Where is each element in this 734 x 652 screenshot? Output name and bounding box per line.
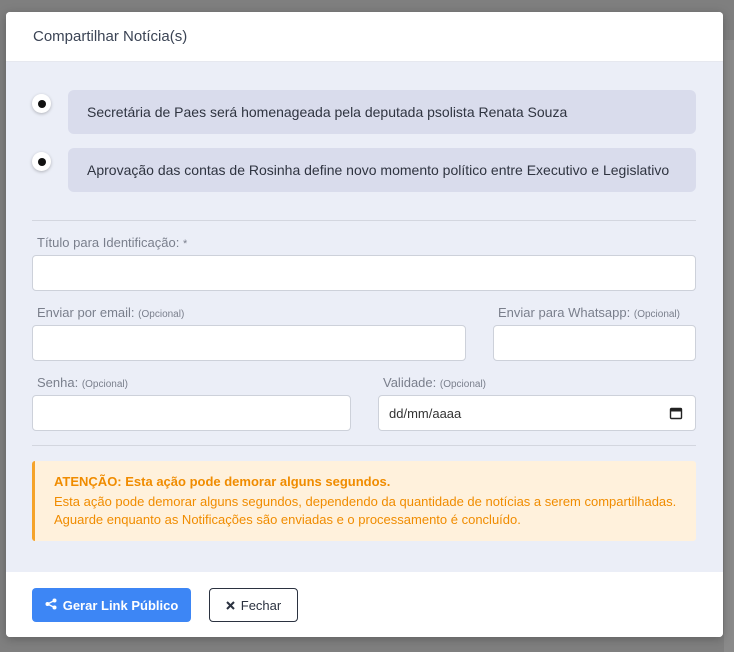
divider: [32, 220, 696, 221]
title-field-label: Título para Identificação: *: [37, 235, 188, 250]
news-title: Aprovação das contas de Rosinha define n…: [68, 148, 696, 192]
alert-text: Esta ação pode demorar alguns segundos, …: [54, 494, 677, 527]
share-icon: [45, 598, 57, 613]
news-list-item: Aprovação das contas de Rosinha define n…: [32, 148, 696, 192]
calendar-icon[interactable]: [669, 406, 683, 420]
close-icon: [226, 598, 235, 613]
whatsapp-field-label: Enviar para Whatsapp: (Opcional): [498, 305, 680, 320]
validity-date-input[interactable]: dd/mm/aaaa: [378, 395, 696, 431]
required-marker: *: [182, 238, 188, 250]
background-overlay: [724, 40, 734, 652]
modal-body: Secretária de Paes será homenageada pela…: [6, 62, 723, 572]
warning-alert: ATENÇÃO: Esta ação pode demorar alguns s…: [32, 461, 696, 541]
password-input[interactable]: [32, 395, 351, 431]
news-title: Secretária de Paes será homenageada pela…: [68, 90, 696, 134]
whatsapp-input[interactable]: [493, 325, 696, 361]
password-field-label: Senha: (Opcional): [37, 375, 128, 390]
modal-header: Compartilhar Notícia(s): [6, 12, 723, 62]
modal-footer: Gerar Link Público Fechar: [6, 572, 723, 637]
email-input[interactable]: [32, 325, 466, 361]
divider: [32, 445, 696, 446]
share-news-modal: Compartilhar Notícia(s) Secretária de Pa…: [6, 12, 723, 637]
bullet-dot-icon: [32, 94, 51, 113]
generate-public-link-button[interactable]: Gerar Link Público: [32, 588, 191, 622]
date-placeholder: dd/mm/aaaa: [389, 405, 462, 421]
validity-field-label: Validade: (Opcional): [383, 375, 487, 390]
identification-title-input[interactable]: [32, 255, 696, 291]
close-button[interactable]: Fechar: [209, 588, 298, 622]
bullet-dot-icon: [32, 152, 51, 171]
news-list-item: Secretária de Paes será homenageada pela…: [32, 90, 696, 134]
email-field-label: Enviar por email: (Opcional): [37, 305, 185, 320]
alert-title: ATENÇÃO: Esta ação pode demorar alguns s…: [54, 474, 391, 489]
modal-title: Compartilhar Notícia(s): [33, 28, 188, 45]
